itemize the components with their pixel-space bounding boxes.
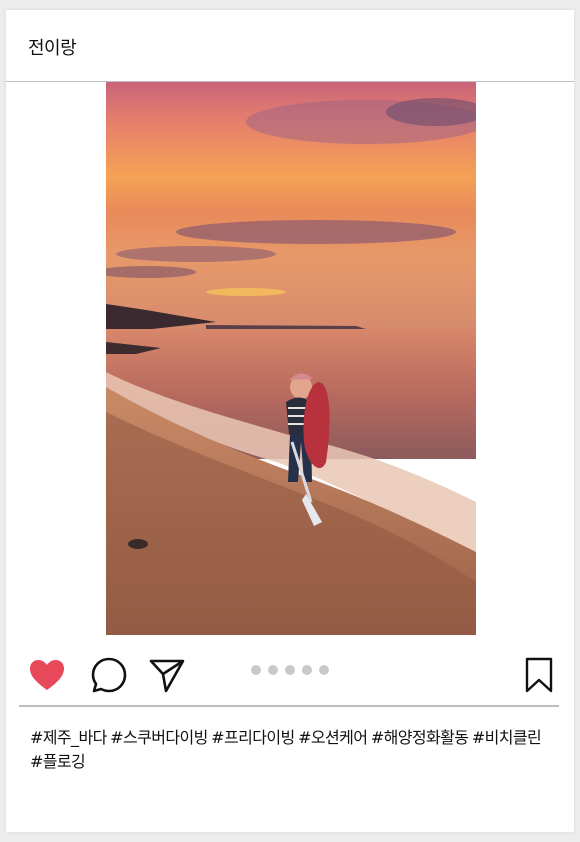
post-actions	[6, 650, 574, 702]
post-header: 전이랑	[6, 10, 574, 82]
carousel-indicator	[251, 665, 329, 675]
paper-plane-icon[interactable]	[148, 656, 186, 698]
comment-bubble-icon[interactable]	[90, 656, 128, 698]
carousel-dot[interactable]	[268, 665, 278, 675]
post-photo[interactable]	[106, 82, 476, 635]
carousel-dot[interactable]	[319, 665, 329, 675]
carousel-dot[interactable]	[251, 665, 261, 675]
username[interactable]: 전이랑	[28, 34, 77, 60]
post-caption: #제주_바다 #스쿠버다이빙 #프리다이빙 #오션케어 #해양정화활동 #비치클…	[30, 728, 542, 771]
post-card: 전이랑 #제주_바다 #스쿠버다이빙 #프리다이빙 #오션케어 #해양정화활동 …	[6, 10, 574, 832]
carousel-dot[interactable]	[285, 665, 295, 675]
carousel-dot[interactable]	[302, 665, 312, 675]
bookmark-icon[interactable]	[524, 656, 554, 698]
beach-sunset-photo	[106, 82, 476, 635]
divider	[19, 705, 559, 707]
heart-icon[interactable]	[28, 658, 66, 696]
